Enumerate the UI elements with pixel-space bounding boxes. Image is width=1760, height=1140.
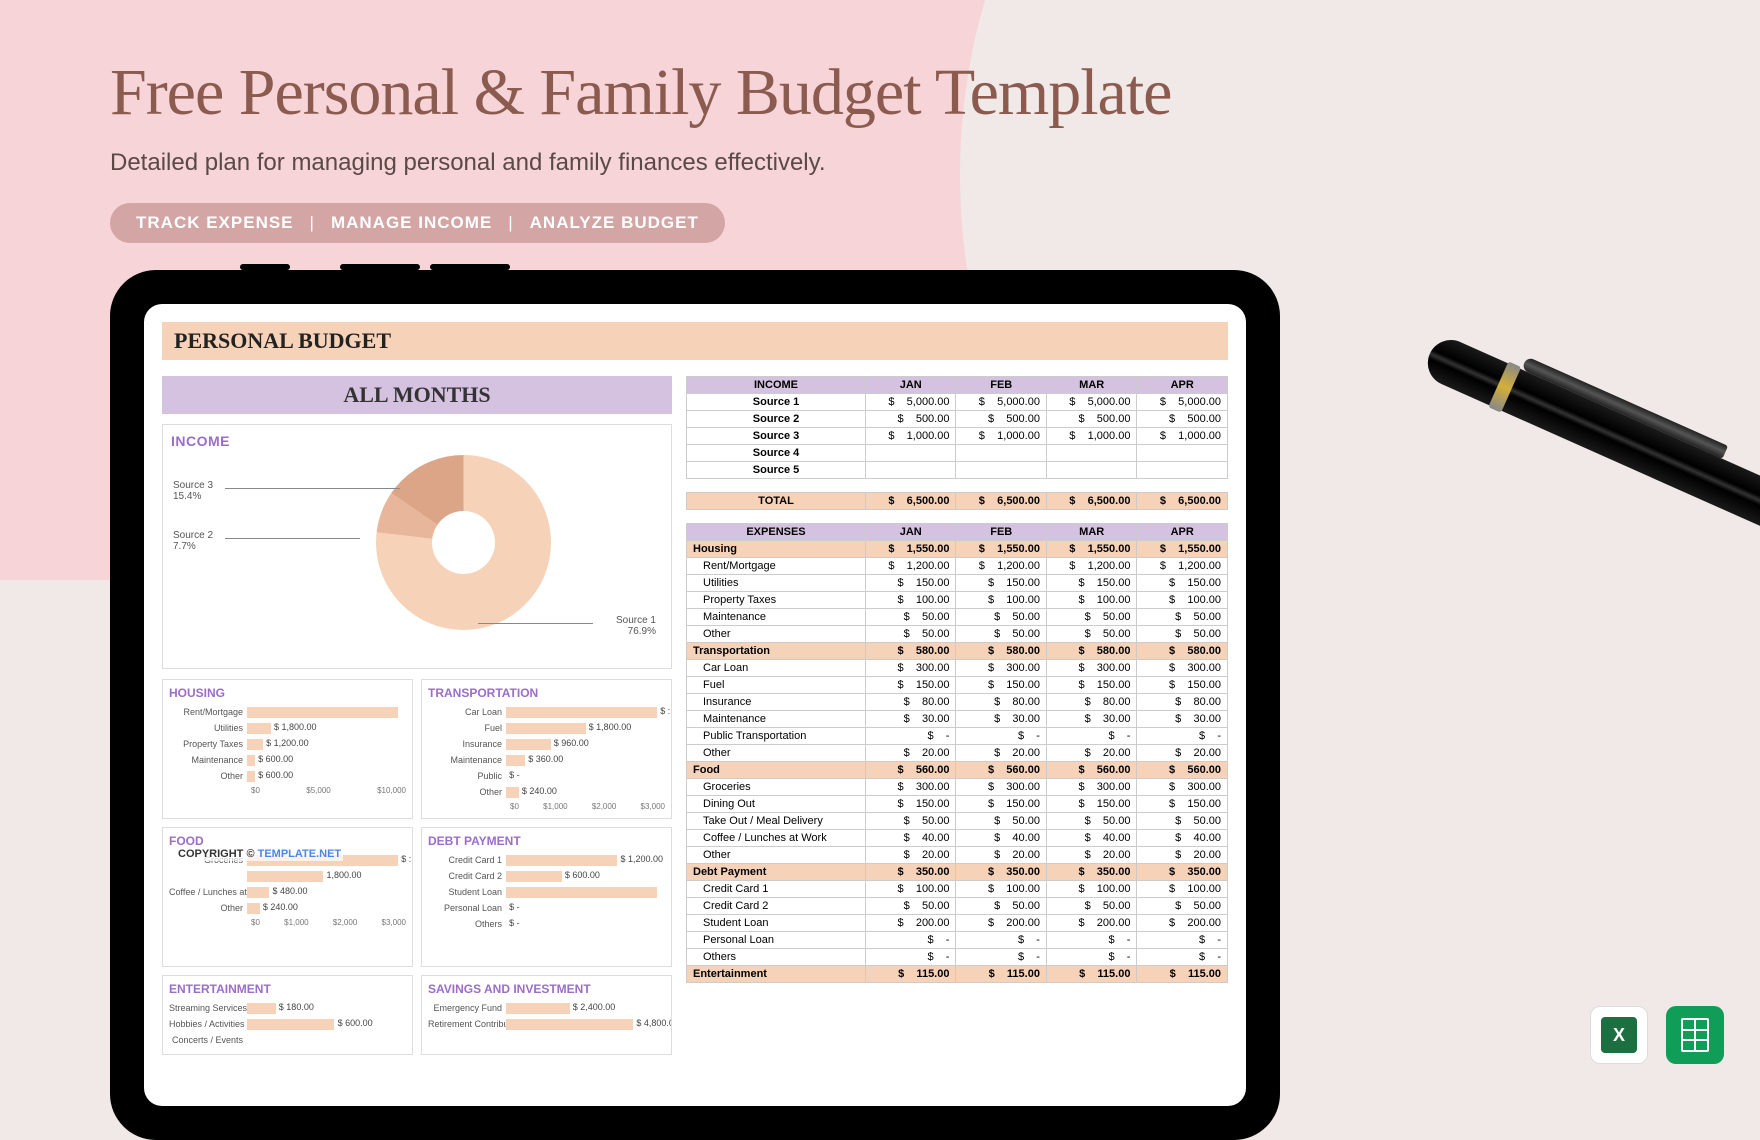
google-sheets-icon — [1666, 1006, 1724, 1064]
debt-chart: DEBT PAYMENTCredit Card 1$ 1,200.00Credi… — [421, 827, 672, 967]
transport-chart: TRANSPORTATIONCar Loan$ :Fuel$ 1,800.00I… — [421, 679, 672, 819]
pill-sep: | — [310, 213, 315, 233]
donut-label-s1: Source 176.9% — [616, 615, 656, 637]
pill-analyze: ANALYZE BUDGET — [530, 213, 699, 233]
donut-label-s2: Source 27.7% — [173, 530, 213, 552]
savings-chart: SAVINGS AND INVESTMENTEmergency Fund$ 2,… — [421, 975, 672, 1055]
pill-sep: | — [508, 213, 513, 233]
copyright-text: COPYRIGHT © TEMPLATE.NET — [176, 847, 343, 861]
donut-chart — [376, 455, 551, 630]
pill-manage: MANAGE INCOME — [331, 213, 492, 233]
excel-icon: X — [1590, 1006, 1648, 1064]
hero-section: Free Personal & Family Budget Template D… — [110, 55, 1171, 243]
left-panel: ALL MONTHS INCOME Source 315.4% Source 2… — [162, 376, 672, 1106]
income-chart-title: INCOME — [171, 433, 663, 449]
all-months-header: ALL MONTHS — [162, 376, 672, 414]
mini-charts: HOUSINGRent/MortgageUtilities$ 1,800.00P… — [162, 679, 672, 1055]
page-subtitle: Detailed plan for managing personal and … — [110, 149, 1171, 177]
donut-label-s3: Source 315.4% — [173, 480, 213, 502]
housing-chart: HOUSINGRent/MortgageUtilities$ 1,800.00P… — [162, 679, 413, 819]
copyright-link[interactable]: TEMPLATE.NET — [258, 848, 342, 860]
tablet-screen: PERSONAL BUDGET ALL MONTHS INCOME Source… — [144, 304, 1246, 1106]
feature-pill: TRACK EXPENSE | MANAGE INCOME | ANALYZE … — [110, 203, 725, 243]
app-icons: X — [1590, 1006, 1724, 1064]
tablet-frame: PERSONAL BUDGET ALL MONTHS INCOME Source… — [110, 270, 1280, 1140]
pill-track: TRACK EXPENSE — [136, 213, 294, 233]
entertainment-chart: ENTERTAINMENTStreaming Services$ 180.00H… — [162, 975, 413, 1055]
right-panel: INCOMEJANFEBMARAPRSource 1$ 5,000.00$ 5,… — [686, 376, 1228, 1106]
page-title: Free Personal & Family Budget Template — [110, 55, 1171, 131]
sheet-title: PERSONAL BUDGET — [162, 322, 1228, 360]
budget-table: INCOMEJANFEBMARAPRSource 1$ 5,000.00$ 5,… — [686, 376, 1228, 983]
income-donut-card: INCOME Source 315.4% Source 27.7% Source… — [162, 424, 672, 669]
